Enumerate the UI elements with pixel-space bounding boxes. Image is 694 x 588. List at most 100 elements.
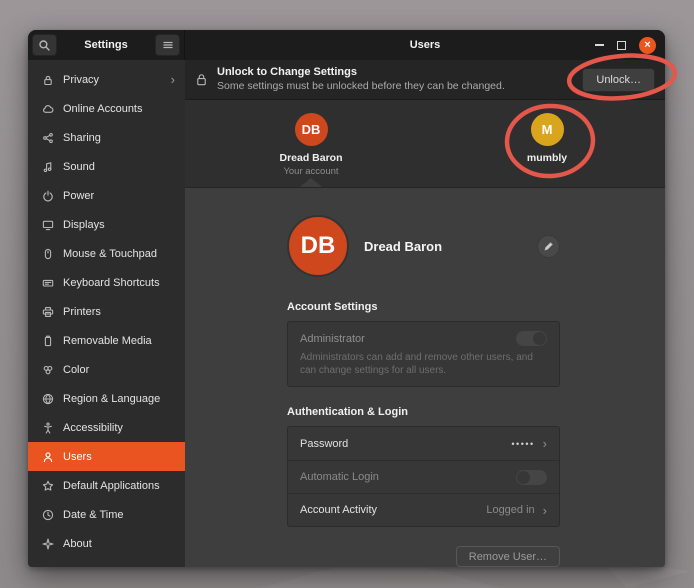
settings-window: Settings Users × Privacy› Online Accounts…: [28, 30, 665, 567]
sidebar-item-label: Sharing: [63, 132, 175, 144]
sidebar-item-label: Region & Language: [63, 393, 175, 405]
sidebar-item-label: Default Applications: [63, 480, 175, 492]
accessibility-icon: [41, 421, 54, 434]
automatic-login-row: Automatic Login: [288, 460, 559, 493]
sidebar-item-displays[interactable]: Displays: [28, 210, 185, 239]
sidebar-item-sharing[interactable]: Sharing: [28, 123, 185, 152]
sidebar-item-users[interactable]: Users: [28, 442, 185, 471]
sidebar-item-sound[interactable]: Sound: [28, 152, 185, 181]
automatic-login-toggle[interactable]: [516, 470, 547, 485]
lock-icon: [41, 73, 54, 86]
sidebar-item-label: Users: [63, 451, 175, 463]
chevron-right-icon: ›: [543, 503, 547, 518]
sidebar-item-label: About: [63, 538, 175, 550]
sidebar-item-mouse-touchpad[interactable]: Mouse & Touchpad: [28, 239, 185, 268]
menu-button[interactable]: [155, 34, 180, 56]
power-icon: [41, 189, 54, 202]
sidebar-item-power[interactable]: Power: [28, 181, 185, 210]
sidebar-item-color[interactable]: Color: [28, 355, 185, 384]
sidebar-item-accessibility[interactable]: Accessibility: [28, 413, 185, 442]
profile-row: DB Dread Baron: [287, 188, 560, 277]
auth-login-card: Password ••••• › Automatic Login: [287, 426, 560, 527]
sidebar-item-removable-media[interactable]: Removable Media: [28, 326, 185, 355]
password-label: Password: [300, 438, 348, 450]
color-icon: [41, 363, 54, 376]
close-button[interactable]: ×: [639, 37, 656, 54]
chevron-right-icon: ›: [543, 436, 547, 451]
edit-name-button[interactable]: [537, 235, 560, 258]
user-mumbly[interactable]: M mumbly: [487, 113, 607, 164]
automatic-login-label: Automatic Login: [300, 471, 379, 483]
account-activity-label: Account Activity: [300, 504, 377, 516]
unlock-button[interactable]: Unlock…: [582, 68, 655, 92]
administrator-toggle[interactable]: [516, 331, 547, 346]
cloud-icon: [41, 102, 54, 115]
sidebar-item-label: Removable Media: [63, 335, 175, 347]
toggle-knob: [533, 332, 546, 345]
sidebar: Privacy› Online Accounts Sharing Sound Power…: [28, 60, 185, 567]
minimize-button[interactable]: [595, 44, 604, 46]
sidebar-item-date-time[interactable]: Date & Time: [28, 500, 185, 529]
user-dread-baron[interactable]: DB Dread Baron Your account: [251, 113, 371, 177]
sidebar-item-label: Color: [63, 364, 175, 376]
profile-avatar[interactable]: DB: [287, 215, 349, 277]
unlock-banner-title: Unlock to Change Settings: [217, 66, 505, 80]
auth-login-heading: Authentication & Login: [287, 406, 560, 418]
user-switcher: DB Dread Baron Your account M mumbly: [185, 100, 665, 188]
sidebar-item-online-accounts[interactable]: Online Accounts: [28, 94, 185, 123]
sidebar-item-label: Power: [63, 190, 175, 202]
search-button[interactable]: [32, 34, 57, 56]
printer-icon: [41, 305, 54, 318]
about-icon: [41, 537, 54, 550]
account-settings-card: Administrator Administrators can add and…: [287, 321, 560, 387]
users-panel: Unlock to Change Settings Some settings …: [185, 60, 665, 567]
star-icon: [41, 479, 54, 492]
users-icon: [41, 450, 54, 463]
app-title: Settings: [57, 39, 155, 51]
titlebar-main-section: Users ×: [185, 30, 665, 60]
sidebar-item-privacy[interactable]: Privacy›: [28, 65, 185, 94]
hamburger-icon: [161, 39, 174, 52]
remove-user-button[interactable]: Remove User…: [456, 546, 560, 567]
user-name: mumbly: [487, 152, 607, 164]
maximize-icon: [617, 41, 626, 50]
sidebar-item-about[interactable]: About: [28, 529, 185, 558]
user-details: DB Dread Baron Account Settings: [185, 188, 665, 567]
lock-icon: [195, 73, 208, 86]
sidebar-item-label: Online Accounts: [63, 103, 175, 115]
window-controls: ×: [595, 37, 665, 54]
avatar: M: [531, 113, 564, 146]
toggle-knob: [517, 471, 530, 484]
administrator-label: Administrator: [300, 333, 365, 345]
sound-icon: [41, 160, 54, 173]
sidebar-item-label: Date & Time: [63, 509, 175, 521]
sidebar-item-printers[interactable]: Printers: [28, 297, 185, 326]
maximize-button[interactable]: [617, 41, 626, 50]
sidebar-item-label: Accessibility: [63, 422, 175, 434]
selected-user-pointer: [300, 178, 322, 187]
administrator-row: Administrator Administrators can add and…: [288, 322, 559, 386]
minimize-icon: [595, 44, 604, 46]
titlebar-sidebar-section: Settings: [28, 30, 185, 60]
titlebar: Settings Users ×: [28, 30, 665, 60]
sidebar-item-label: Printers: [63, 306, 175, 318]
account-activity-row[interactable]: Account Activity Logged in ›: [288, 493, 559, 526]
pencil-icon: [542, 240, 555, 253]
removable-media-icon: [41, 334, 54, 347]
administrator-description: Administrators can add and remove other …: [300, 351, 538, 377]
sidebar-item-keyboard-shortcuts[interactable]: Keyboard Shortcuts: [28, 268, 185, 297]
profile-name: Dread Baron: [364, 239, 442, 254]
password-row[interactable]: Password ••••• ›: [288, 427, 559, 460]
sidebar-item-region-language[interactable]: Region & Language: [28, 384, 185, 413]
sidebar-item-label: Displays: [63, 219, 175, 231]
mouse-icon: [41, 247, 54, 260]
clock-icon: [41, 508, 54, 521]
sidebar-item-label: Keyboard Shortcuts: [63, 277, 175, 289]
avatar: DB: [295, 113, 328, 146]
sidebar-item-label: Sound: [63, 161, 175, 173]
user-subtitle: Your account: [251, 166, 371, 177]
account-settings-heading: Account Settings: [287, 301, 560, 313]
panel-title: Users: [185, 39, 665, 51]
globe-icon: [41, 392, 54, 405]
sidebar-item-default-applications[interactable]: Default Applications: [28, 471, 185, 500]
